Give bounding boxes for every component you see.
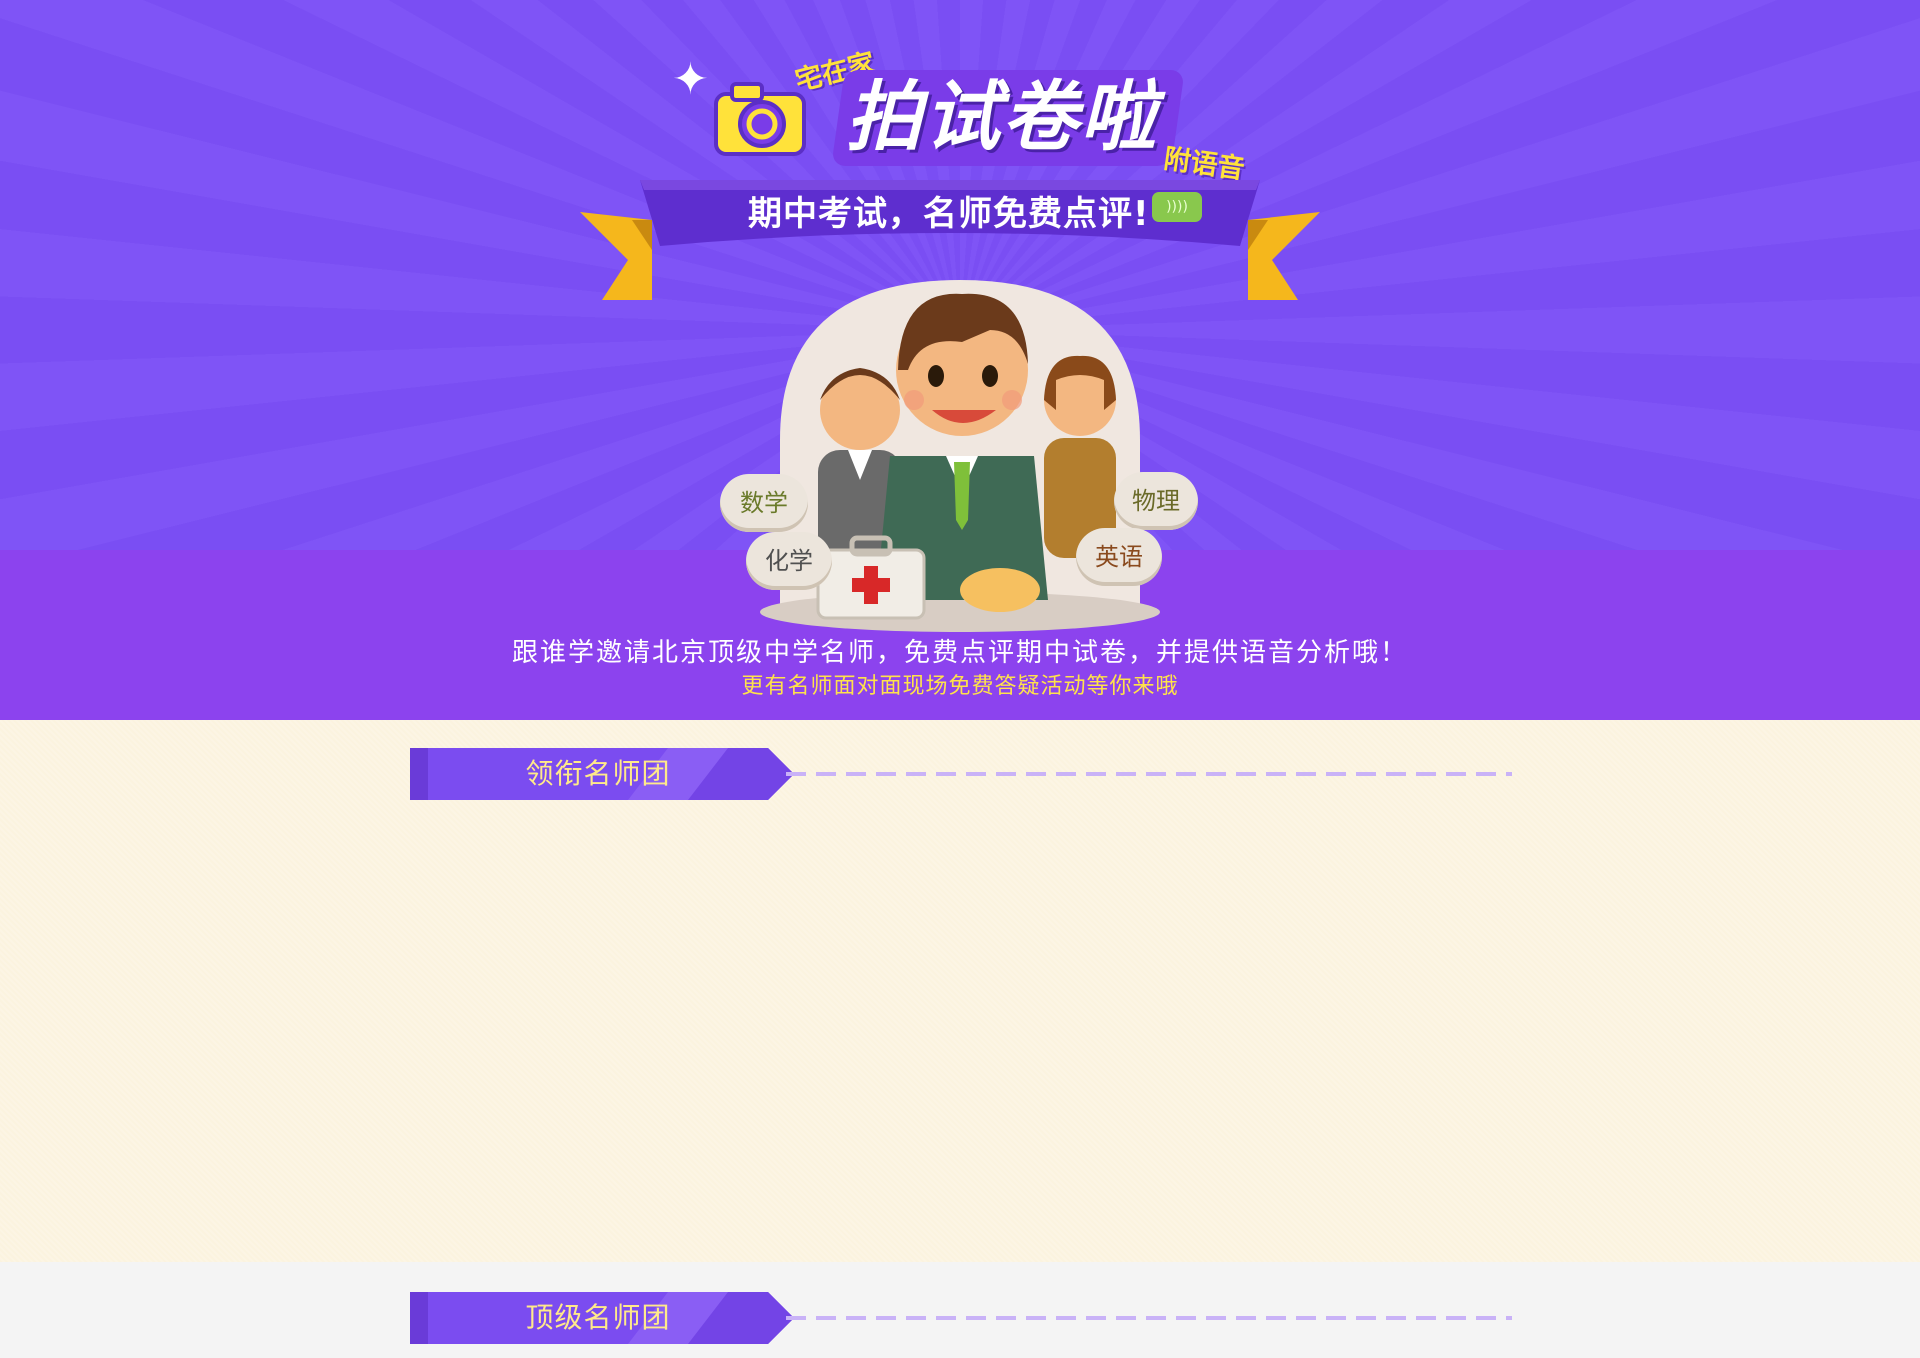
section-header-top: 顶级名师团	[410, 1292, 1512, 1344]
subject-bubble-physics: 物理	[1114, 472, 1198, 530]
subject-bubble-math: 数学	[720, 474, 808, 532]
section-divider	[786, 772, 1512, 776]
subject-bubble-english: 英语	[1076, 528, 1162, 586]
hero-subdescription: 更有名师面对面现场免费答疑活动等你来哦	[741, 674, 1179, 699]
hero-description: 跟谁学邀请北京顶级中学名师，免费点评期中试卷，并提供语音分析哦！	[511, 638, 1408, 668]
section-leading-teachers: 领衔名师团	[0, 720, 1920, 1262]
subject-bubble-chemistry: 化学	[746, 532, 832, 590]
ribbon-text: 期中考试，名师免费点评!	[748, 194, 1150, 234]
camera-icon	[714, 82, 806, 156]
section-header-leading: 领衔名师团	[410, 748, 1512, 800]
first-aid-kit-icon	[816, 535, 926, 620]
voice-icon: ))))	[1152, 192, 1202, 222]
section-title: 顶级名师团	[525, 1301, 671, 1334]
section-top-teachers: 顶级名师团	[0, 1262, 1920, 1358]
main-title: 拍试卷啦	[846, 72, 1158, 161]
section-title: 领衔名师团	[525, 757, 671, 790]
sparkle-icon: ✦	[672, 54, 709, 105]
section-divider	[786, 1316, 1512, 1320]
